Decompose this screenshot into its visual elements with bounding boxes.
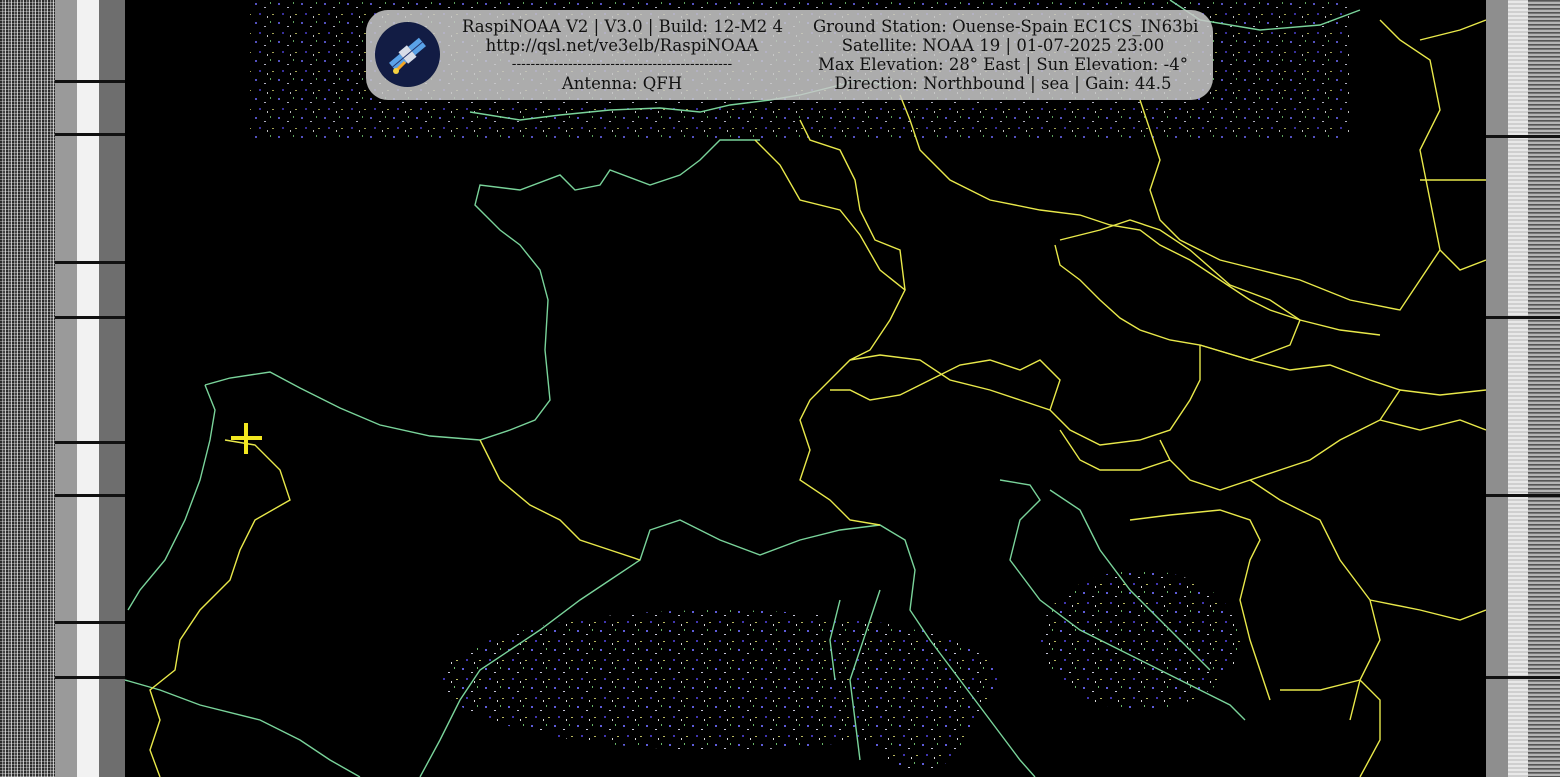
satellite-info: Satellite: NOAA 19 | 01-07-2025 23:00 — [841, 36, 1165, 55]
antenna-info: Antenna: QFH — [561, 74, 683, 93]
satellite-image: RaspiNOAA V2 | V3.0 | Build: 12-M2 4 htt… — [0, 0, 1560, 777]
satellite-icon — [375, 22, 440, 87]
separator-line: ----------------------------------------… — [511, 57, 733, 72]
pass-details: Ground Station: Ouense-Spain EC1CS_IN63b… — [813, 17, 1199, 93]
left-telemetry-noise — [0, 0, 55, 777]
pass-info-header: RaspiNOAA V2 | V3.0 | Build: 12-M2 4 htt… — [366, 10, 1213, 100]
right-telemetry-bars — [1486, 0, 1560, 777]
elevation-info: Max Elevation: 28° East | Sun Elevation:… — [818, 55, 1188, 74]
left-telemetry-bars — [55, 0, 125, 777]
map-overlay — [125, 0, 1486, 777]
station-software-info: RaspiNOAA V2 | V3.0 | Build: 12-M2 4 htt… — [462, 17, 784, 93]
software-title: RaspiNOAA V2 | V3.0 | Build: 12-M2 4 — [462, 17, 784, 36]
ground-station-info: Ground Station: Ouense-Spain EC1CS_IN63b… — [813, 17, 1199, 36]
direction-info: Direction: Northbound | sea | Gain: 44.5 — [834, 74, 1172, 93]
software-url: http://qsl.net/ve3elb/RaspiNOAA — [485, 36, 759, 55]
